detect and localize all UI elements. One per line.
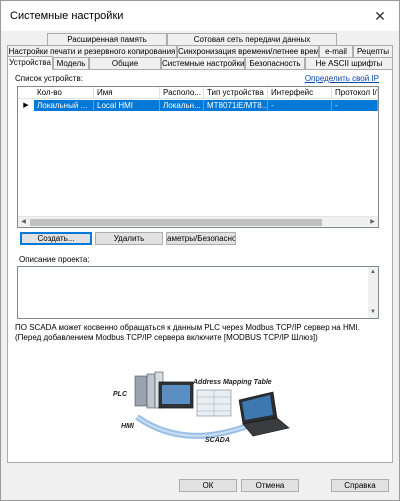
own-ip-link[interactable]: Определить свой IP: [305, 74, 379, 83]
diagram-plc-label: PLC: [113, 391, 128, 398]
hmi-icon: [158, 381, 194, 409]
dialog-footer: ОК Отмена Справка: [1, 471, 399, 501]
diagram-scada-label: SCADA: [205, 437, 230, 444]
system-settings-window: Системные настройки ✕ Расширенная память…: [0, 0, 400, 501]
tab-recipes[interactable]: Рецепты: [353, 45, 393, 57]
mapping-table-icon: [196, 389, 232, 417]
cell-location: Локальн...: [160, 100, 204, 111]
window-title: Системные настройки: [10, 10, 124, 22]
diagram-table-label: Address Mapping Table: [192, 379, 272, 386]
table-header: Кол-во Имя Располо... Тип устройства Инт…: [18, 87, 378, 99]
horizontal-scrollbar[interactable]: ◀ ▶: [18, 216, 378, 227]
column-header[interactable]: Тип устройства: [204, 87, 268, 99]
cell-interface: -: [268, 100, 332, 111]
project-description-field[interactable]: ▲ ▼: [17, 266, 379, 319]
row-selector-icon: ▶: [18, 100, 34, 111]
cell-name: Local HMI: [94, 100, 160, 111]
column-header[interactable]: Интерфейс: [268, 87, 332, 99]
scroll-right-icon[interactable]: ▶: [367, 217, 378, 227]
scroll-up-icon[interactable]: ▲: [368, 267, 378, 278]
device-table[interactable]: Кол-во Имя Располо... Тип устройства Инт…: [17, 86, 379, 228]
column-header[interactable]: Располо...: [160, 87, 204, 99]
cancel-button[interactable]: Отмена: [241, 479, 299, 492]
scroll-left-icon[interactable]: ◀: [18, 217, 29, 227]
tab-security[interactable]: Безопасность: [245, 57, 305, 69]
cell-count: Локальный ...: [34, 100, 94, 111]
ok-button[interactable]: ОК: [179, 479, 237, 492]
cell-type: MT8071iE/MT8...: [204, 100, 268, 111]
scrollbar-thumb[interactable]: [30, 219, 322, 226]
create-button[interactable]: Создать...: [20, 232, 92, 245]
tab-strip: Расширенная память Сотовая сеть передачи…: [7, 33, 393, 70]
column-header[interactable]: Имя: [94, 87, 160, 99]
diagram-hmi-label: HMI: [121, 423, 135, 430]
table-row[interactable]: ▶ Локальный ... Local HMI Локальн... MT8…: [18, 100, 378, 111]
project-description-label: Описание проекта:: [19, 255, 90, 264]
cell-protocol: -: [332, 100, 378, 111]
tab-general[interactable]: Общие: [89, 57, 161, 69]
close-icon[interactable]: ✕: [369, 5, 391, 27]
delete-button[interactable]: Удалить: [95, 232, 163, 245]
tab-non-ascii-fonts[interactable]: Не ASCII шрифты: [305, 57, 393, 69]
scada-note: ПО SCADA может косвенно обращаться к дан…: [15, 323, 360, 342]
vertical-scrollbar[interactable]: ▲ ▼: [368, 267, 378, 318]
tab-cellular-data[interactable]: Сотовая сеть передачи данных: [167, 33, 337, 45]
tab-extended-memory[interactable]: Расширенная память: [47, 33, 167, 45]
tab-devices[interactable]: Устройства: [7, 56, 53, 70]
column-header[interactable]: Протокол I/E: [332, 87, 378, 99]
tab-model[interactable]: Модель: [53, 57, 89, 69]
params-security-button[interactable]: аметры/Безопасност: [166, 232, 236, 245]
device-list-label: Список устройств:: [15, 74, 83, 83]
tab-system-settings[interactable]: Системные настройки: [161, 57, 245, 69]
tab-email[interactable]: e-mail: [319, 45, 353, 57]
address-mapping-diagram: Address Mapping Table PLC HMI SCADA: [107, 362, 295, 456]
help-button[interactable]: Справка: [331, 479, 389, 492]
column-header[interactable]: Кол-во: [34, 87, 94, 99]
scroll-down-icon[interactable]: ▼: [368, 307, 378, 318]
title-bar: Системные настройки ✕: [1, 1, 399, 31]
tab-time-sync[interactable]: Синхронизация времени/летнее время: [177, 45, 319, 57]
